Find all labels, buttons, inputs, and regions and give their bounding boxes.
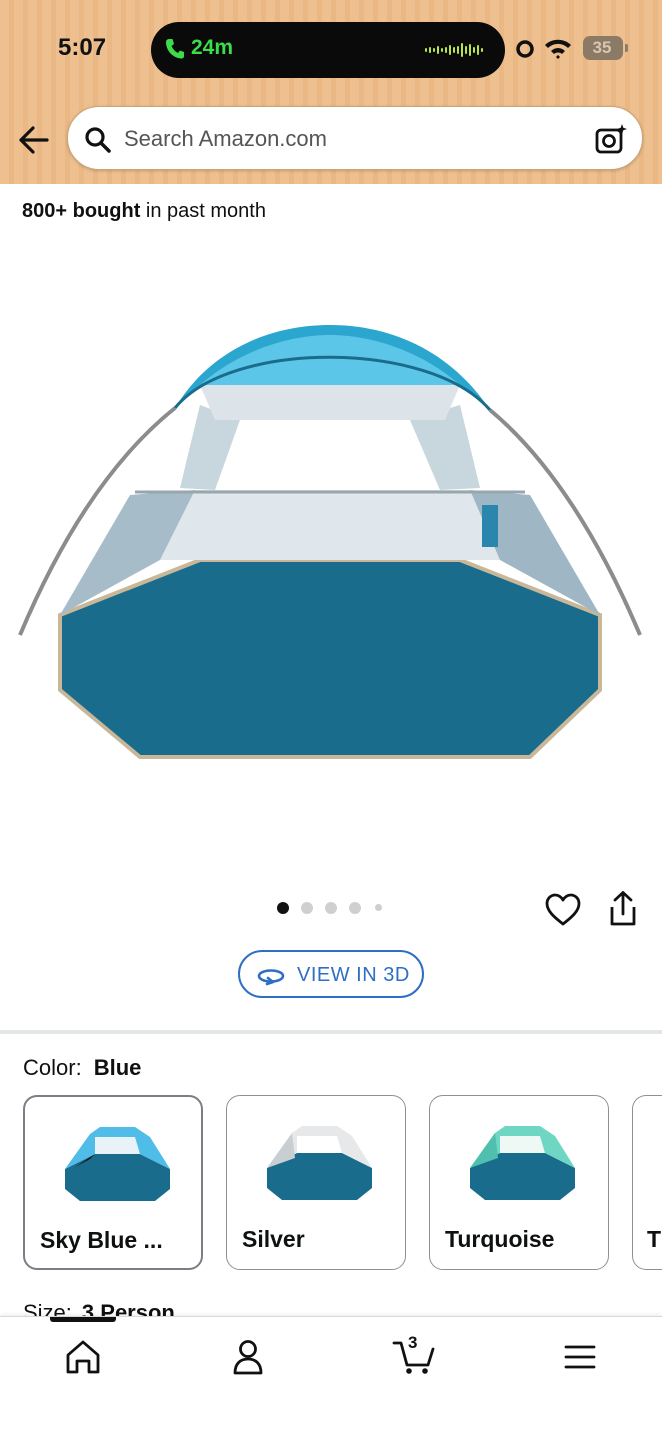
battery-icon: 35 <box>583 36 623 60</box>
active-tab-indicator <box>50 1317 116 1322</box>
audio-wave-icon <box>425 43 483 57</box>
search-input[interactable] <box>124 124 584 154</box>
home-icon[interactable] <box>61 1337 105 1377</box>
bought-suffix: in past month <box>140 200 266 222</box>
view-in-3d-label: VIEW IN 3D <box>297 964 410 986</box>
tent-thumbnail <box>65 1127 170 1201</box>
color-option-silver[interactable]: Silver <box>226 1095 406 1270</box>
carousel-dot[interactable] <box>375 904 382 911</box>
app-header: 5:07 24m 35 <box>0 0 662 184</box>
record-dot-icon <box>516 40 534 58</box>
status-time: 5:07 <box>58 34 107 61</box>
cart-button[interactable]: 3 <box>392 1333 440 1377</box>
color-option-label: Turquoise <box>445 1226 555 1252</box>
carousel-dot[interactable] <box>349 902 361 914</box>
bought-in-past-month: 800+ bought in past month <box>22 200 266 223</box>
call-duration: 24m <box>191 36 234 59</box>
search-bar[interactable] <box>67 106 643 170</box>
back-arrow-icon[interactable] <box>14 118 54 162</box>
camera-search-icon[interactable] <box>594 123 628 155</box>
section-divider <box>0 1030 662 1034</box>
heart-icon[interactable] <box>544 892 582 928</box>
tent-thumbnail <box>267 1126 372 1200</box>
rotate-3d-icon <box>257 969 285 986</box>
tent-thumbnail <box>470 1126 575 1200</box>
product-image[interactable] <box>0 240 662 880</box>
share-icon[interactable] <box>606 890 640 928</box>
dynamic-island[interactable]: 24m <box>151 22 505 78</box>
cart-count-badge: 3 <box>408 1333 418 1352</box>
search-icon <box>85 127 111 153</box>
color-option-label: Sky Blue ... <box>40 1227 163 1253</box>
battery-level: 35 <box>592 38 612 57</box>
color-selector-header: Color: Blue <box>23 1055 141 1081</box>
color-option-label: T <box>647 1226 662 1252</box>
selected-color: Blue <box>93 1055 142 1080</box>
phone-icon <box>166 39 184 59</box>
wifi-icon <box>545 39 571 59</box>
color-option-partial[interactable]: T <box>632 1095 662 1270</box>
color-option-sky-blue[interactable]: Sky Blue ... <box>23 1095 203 1270</box>
view-in-3d-button[interactable]: VIEW IN 3D <box>238 950 424 998</box>
color-option-label: Silver <box>242 1226 305 1252</box>
bought-count: 800+ bought <box>22 200 141 222</box>
menu-icon[interactable] <box>558 1337 602 1377</box>
color-label: Color: <box>23 1055 82 1080</box>
carousel-dot[interactable] <box>325 902 337 914</box>
account-icon[interactable] <box>226 1337 270 1377</box>
bottom-navigation: 3 <box>0 1316 662 1440</box>
carousel-dot-active[interactable] <box>277 902 289 914</box>
battery-nub <box>625 44 628 52</box>
color-option-turquoise[interactable]: Turquoise <box>429 1095 609 1270</box>
carousel-dot[interactable] <box>301 902 313 914</box>
